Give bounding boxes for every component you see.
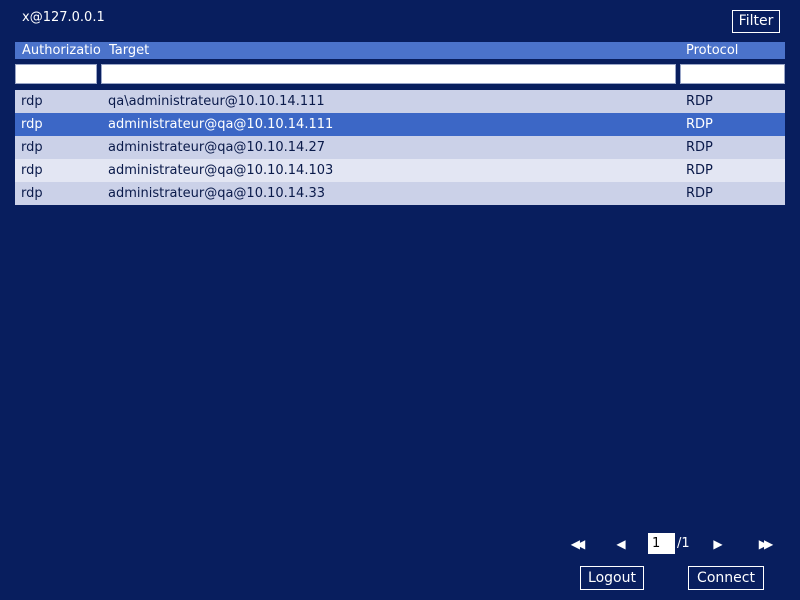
authorization-cell: rdp [21,186,43,201]
table-row-selected[interactable]: rdp administrateur@qa@10.10.14.111 RDP [15,113,785,136]
page-number-input[interactable] [648,533,675,554]
filter-button[interactable]: Filter [732,10,780,33]
page-total-label: /1 [677,536,690,551]
user-login-label: x@127.0.0.1 [22,10,105,25]
protocol-cell: RDP [686,94,713,109]
target-cell: administrateur@qa@10.10.14.103 [108,163,334,178]
authorization-cell: rdp [21,163,43,178]
target-table-body: rdp qa\administrateur@10.10.14.111 RDP r… [15,90,785,205]
column-header-authorization[interactable]: Authorization [22,42,102,59]
connect-button[interactable]: Connect [688,566,764,590]
previous-page-icon[interactable]: ◀ [612,534,630,554]
last-page-icon[interactable]: ▶▶ [752,534,776,554]
protocol-cell: RDP [686,186,713,201]
table-row[interactable]: rdp administrateur@qa@10.10.14.27 RDP [15,136,785,159]
target-cell: administrateur@qa@10.10.14.111 [108,117,334,132]
authorization-cell: rdp [21,117,43,132]
table-row[interactable]: rdp administrateur@qa@10.10.14.103 RDP [15,159,785,182]
logout-button[interactable]: Logout [580,566,644,590]
first-page-icon[interactable]: ◀◀ [564,534,588,554]
authorization-cell: rdp [21,94,43,109]
target-filter-input[interactable] [101,64,676,84]
column-header-target[interactable]: Target [109,42,669,59]
target-cell: administrateur@qa@10.10.14.27 [108,140,325,155]
filter-row [15,60,785,88]
authorization-cell: rdp [21,140,43,155]
next-page-icon[interactable]: ▶ [709,534,727,554]
column-header-protocol[interactable]: Protocol [686,42,776,59]
protocol-filter-input[interactable] [680,64,785,84]
authorization-filter-input[interactable] [15,64,97,84]
table-header: Authorization Target Protocol [15,42,785,59]
protocol-cell: RDP [686,140,713,155]
protocol-cell: RDP [686,117,713,132]
table-row[interactable]: rdp administrateur@qa@10.10.14.33 RDP [15,182,785,205]
table-row[interactable]: rdp qa\administrateur@10.10.14.111 RDP [15,90,785,113]
target-cell: administrateur@qa@10.10.14.33 [108,186,325,201]
target-cell: qa\administrateur@10.10.14.111 [108,94,325,109]
protocol-cell: RDP [686,163,713,178]
